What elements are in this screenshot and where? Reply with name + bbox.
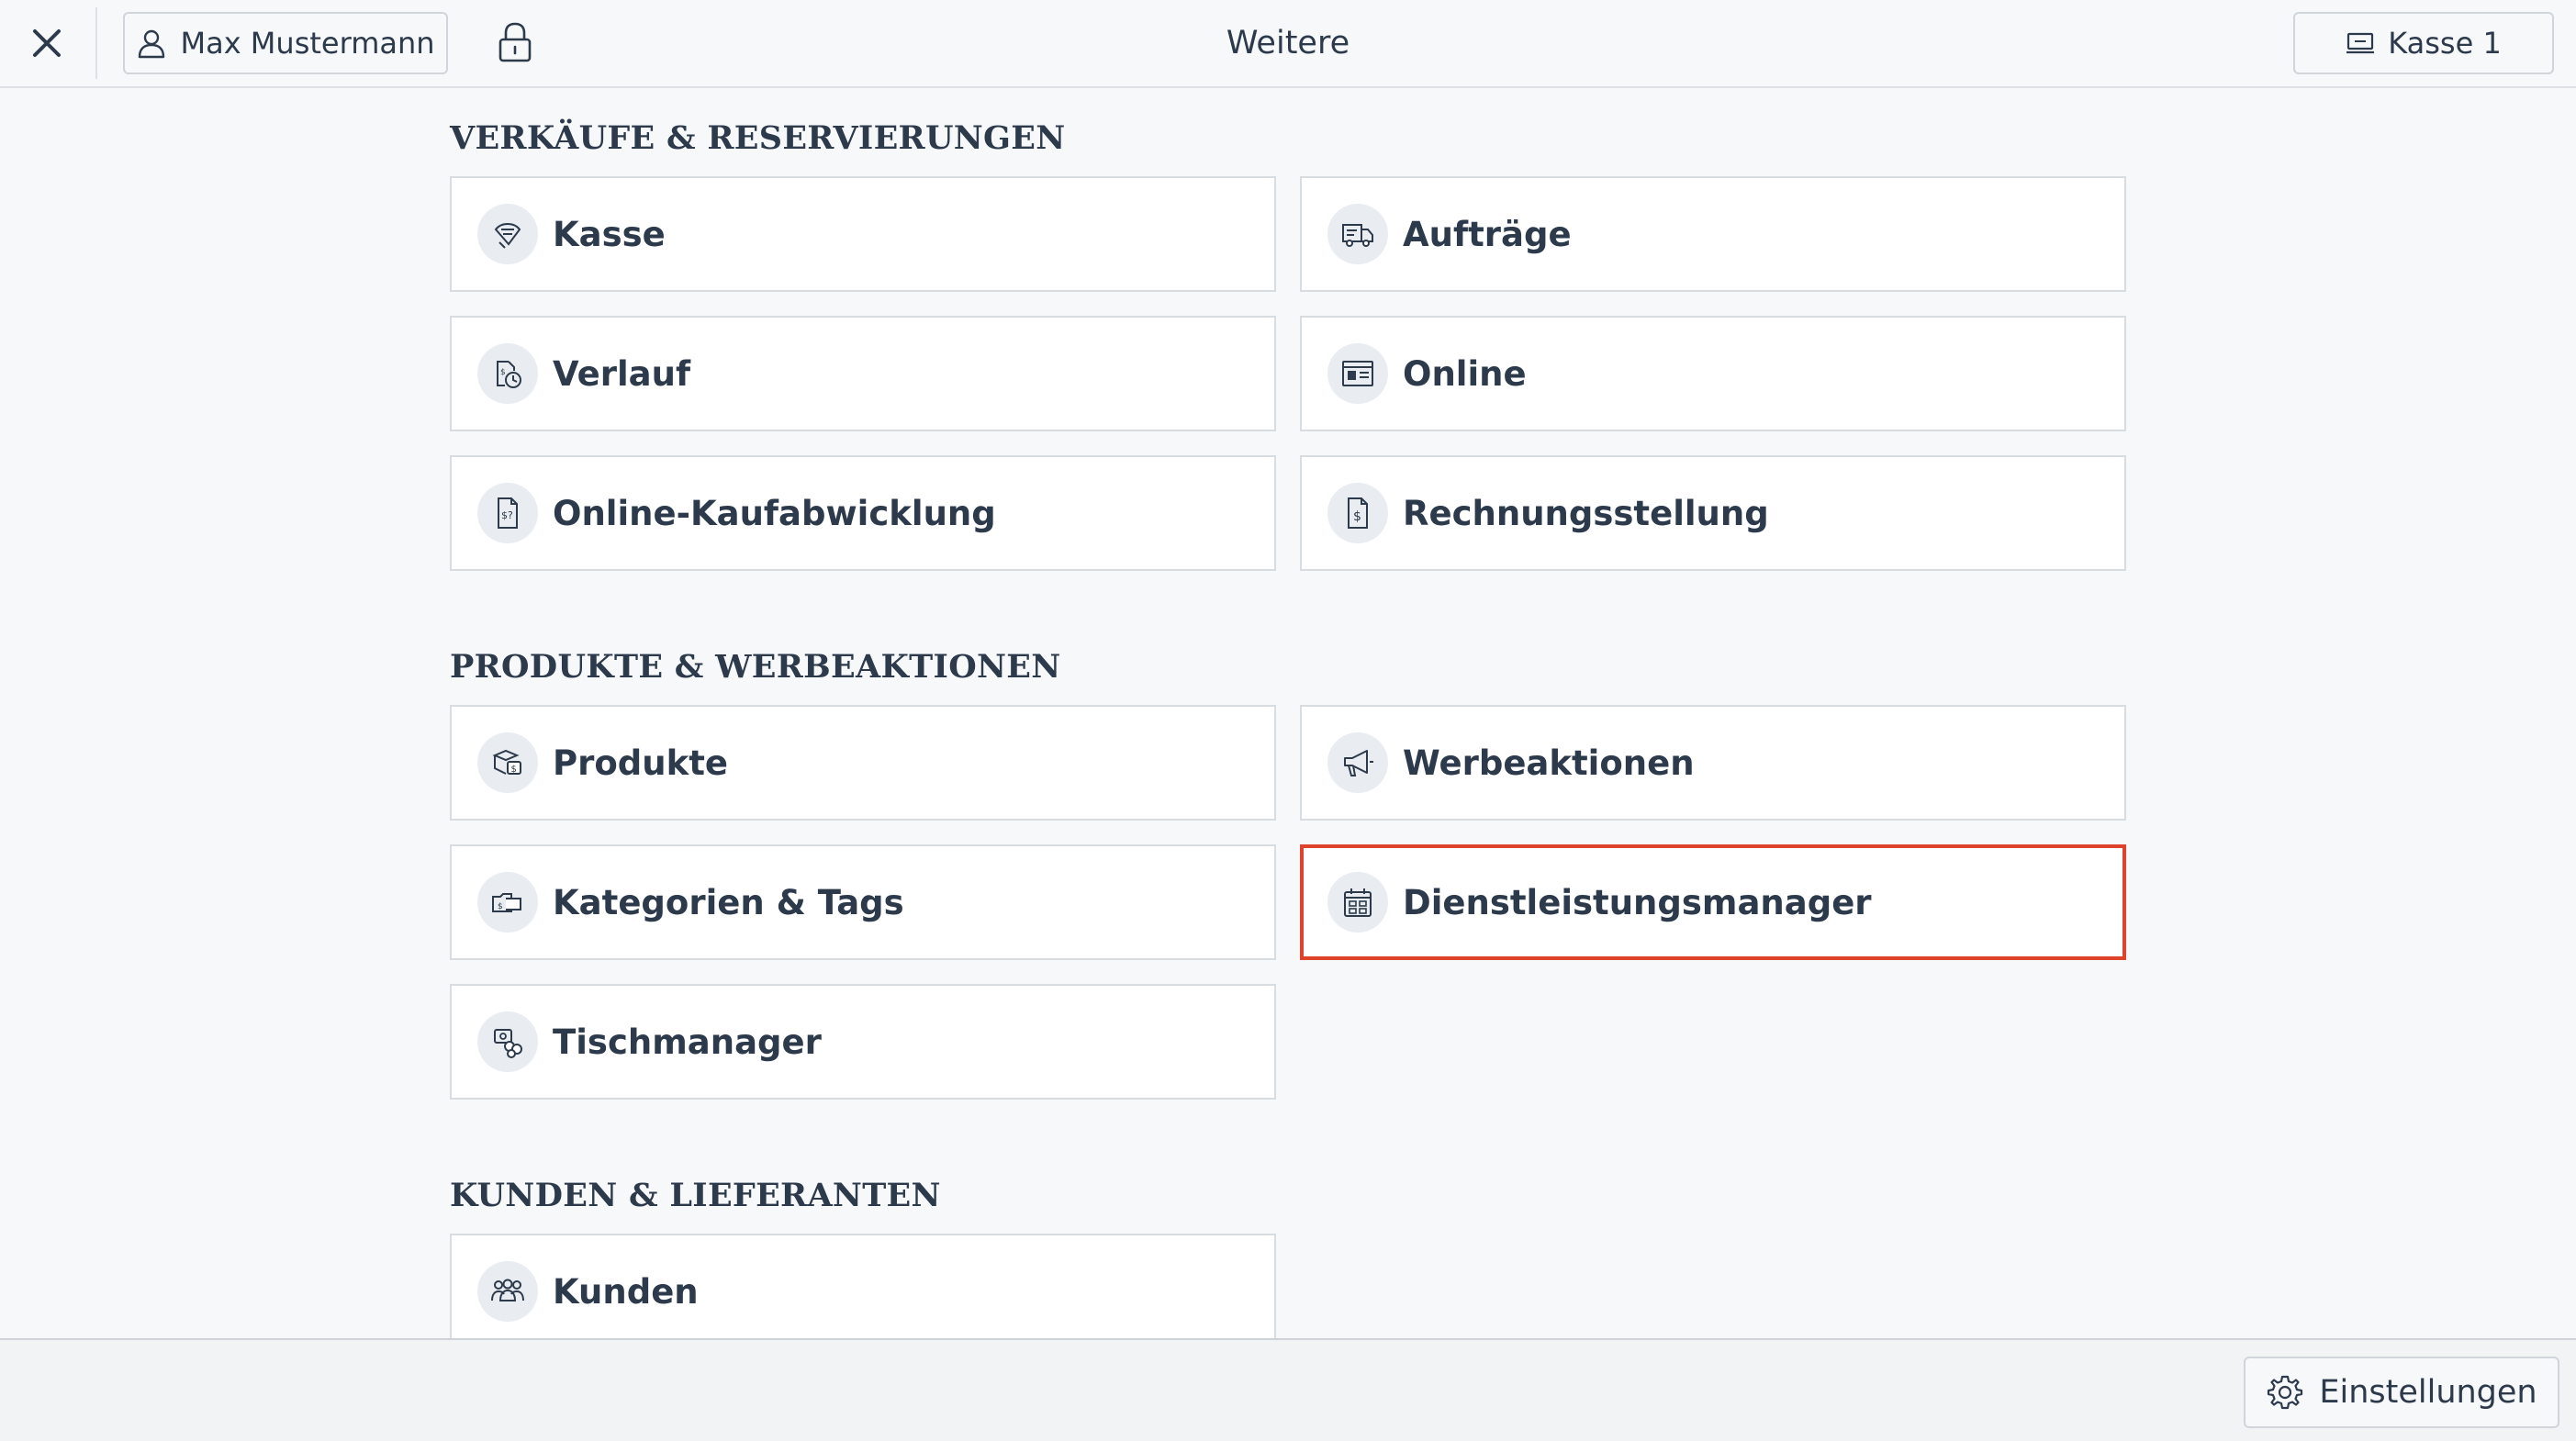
menu-tile-label: Online-Kaufabwicklung — [553, 493, 996, 533]
header-divider — [95, 7, 97, 79]
calendar-icon — [1327, 872, 1388, 933]
gear-icon — [2268, 1375, 2303, 1410]
lock-icon — [498, 22, 532, 62]
bottom-bar: Einstellungen — [0, 1338, 2576, 1441]
menu-tile-produkte[interactable]: $ Produkte — [450, 705, 1276, 821]
svg-text:$: $ — [1353, 509, 1361, 524]
section-heading-sales: VERKÄUFE & RESERVIERUNGEN — [450, 119, 1066, 157]
customers-icon — [477, 1261, 538, 1322]
table-manager-icon — [477, 1011, 538, 1072]
menu-tile-tischmanager[interactable]: Tischmanager — [450, 984, 1276, 1100]
menu-tile-label: Aufträge — [1403, 214, 1572, 254]
section-heading-customers: KUNDEN & LIEFERANTEN — [450, 1177, 941, 1214]
settings-label: Einstellungen — [2319, 1374, 2537, 1411]
user-icon — [139, 29, 165, 59]
menu-tile-label: Rechnungsstellung — [1403, 493, 1769, 533]
cash-register-icon — [2346, 32, 2375, 54]
online-checkout-icon: $? — [477, 483, 538, 543]
menu-tile-online[interactable]: Online — [1300, 316, 2126, 431]
svg-text:$: $ — [498, 902, 503, 911]
menu-tile-label: Kunden — [553, 1271, 699, 1312]
megaphone-icon — [1327, 732, 1388, 793]
svg-text:$?: $? — [501, 509, 513, 521]
svg-text:$: $ — [500, 368, 506, 377]
menu-tile-verlauf[interactable]: $ Verlauf — [450, 316, 1276, 431]
menu-tile-label: Werbeaktionen — [1403, 743, 1695, 783]
online-store-icon — [1327, 343, 1388, 404]
categories-icon: $ — [477, 872, 538, 933]
menu-tile-dienstleistungsmanager[interactable]: Dienstleistungsmanager — [1300, 844, 2126, 960]
close-button[interactable] — [17, 13, 77, 73]
user-name: Max Mustermann — [180, 26, 435, 61]
register-label: Kasse 1 — [2388, 26, 2502, 61]
menu-tile-label: Kategorien & Tags — [553, 882, 904, 922]
orders-icon — [1327, 204, 1388, 264]
products-icon: $ — [477, 732, 538, 793]
menu-tile-label: Tischmanager — [553, 1022, 822, 1062]
top-bar: Max Mustermann Weitere Kasse 1 — [0, 0, 2576, 88]
menu-tile-label: Produkte — [553, 743, 728, 783]
menu-tile-label: Kasse — [553, 214, 666, 254]
menu-tile-rechnungsstellung[interactable]: $ Rechnungsstellung — [1300, 455, 2126, 571]
settings-button[interactable]: Einstellungen — [2244, 1357, 2559, 1428]
close-icon — [33, 29, 61, 57]
invoice-icon: $ — [1327, 483, 1388, 543]
user-button[interactable]: Max Mustermann — [123, 12, 448, 74]
history-icon: $ — [477, 343, 538, 404]
menu-tile-online-kaufabwicklung[interactable]: $? Online-Kaufabwicklung — [450, 455, 1276, 571]
menu-content: VERKÄUFE & RESERVIERUNGEN Kasse Aufträge — [0, 88, 2576, 1338]
menu-tile-kunden[interactable]: Kunden — [450, 1234, 1276, 1338]
menu-tile-werbeaktionen[interactable]: Werbeaktionen — [1300, 705, 2126, 821]
lock-button[interactable] — [494, 17, 536, 68]
section-heading-products: PRODUKTE & WERBEAKTIONEN — [450, 648, 1061, 686]
svg-text:$: $ — [511, 765, 517, 775]
pos-icon — [477, 204, 538, 264]
menu-tile-kasse[interactable]: Kasse — [450, 176, 1276, 292]
menu-tile-label: Online — [1403, 353, 1527, 394]
menu-tile-label: Dienstleistungsmanager — [1403, 882, 1872, 922]
menu-tile-auftraege[interactable]: Aufträge — [1300, 176, 2126, 292]
register-button[interactable]: Kasse 1 — [2293, 12, 2554, 74]
menu-tile-kategorien-tags[interactable]: $ Kategorien & Tags — [450, 844, 1276, 960]
menu-tile-label: Verlauf — [553, 353, 691, 394]
